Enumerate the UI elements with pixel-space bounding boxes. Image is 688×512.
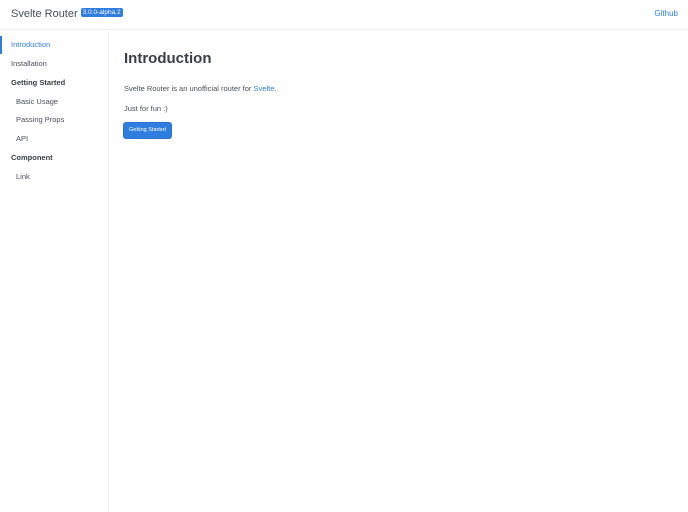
sidebar-item-basic-usage[interactable]: Basic Usage <box>0 93 109 111</box>
page-title: Introduction <box>124 50 212 67</box>
intro-suffix: . <box>274 84 277 93</box>
sidebar-heading-component: Component <box>11 153 53 162</box>
sidebar-item-installation[interactable]: Installation <box>0 55 109 73</box>
svelte-link[interactable]: Svelte <box>254 84 275 93</box>
top-navbar: Svelte Router 3.0.0-alpha.2 Github <box>0 0 688 30</box>
intro-paragraph: Svelte Router is an unofficial router fo… <box>124 84 276 94</box>
intro-text: Svelte Router is an unofficial router fo… <box>124 84 254 93</box>
version-badge: 3.0.0-alpha.2 <box>80 8 123 17</box>
sidebar-item-link[interactable]: Link <box>0 168 109 186</box>
note-paragraph: Just for fun :) <box>124 104 168 113</box>
sidebar-item-passing-props[interactable]: Passing Props <box>0 111 109 129</box>
sidebar-item-api[interactable]: API <box>0 130 109 148</box>
sidebar-item-introduction[interactable]: Introduction <box>0 36 109 54</box>
app-title[interactable]: Svelte Router <box>11 7 78 21</box>
getting-started-button[interactable]: Getting Started <box>124 123 171 138</box>
sidebar-heading-getting-started: Getting Started <box>11 78 66 87</box>
brand[interactable]: Svelte Router 3.0.0-alpha.2 <box>11 7 123 21</box>
github-link[interactable]: Github <box>654 9 678 18</box>
sidebar: Introduction Installation Getting Starte… <box>0 30 109 512</box>
